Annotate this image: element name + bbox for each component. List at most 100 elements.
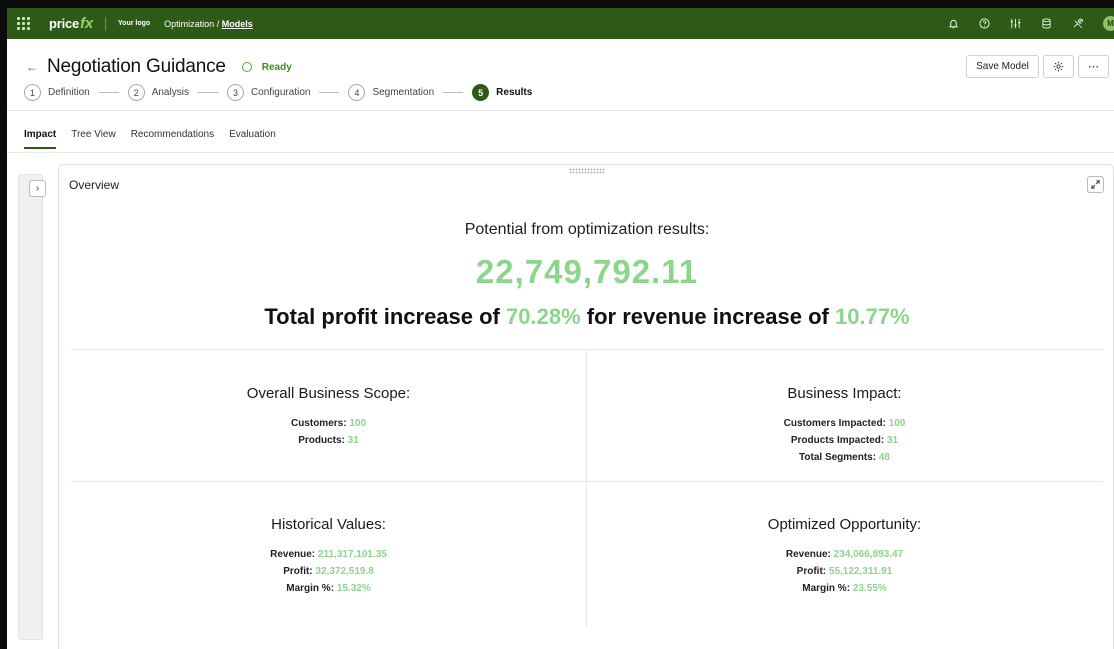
metric-value: 23.55% [852, 583, 887, 594]
metric-row: Profit: 32,372,519.8 [71, 563, 586, 580]
header-actions: Save Model ⋯ [966, 55, 1109, 78]
bell-icon[interactable] [948, 18, 959, 29]
metric-value: 31 [887, 435, 899, 446]
tab-divider [7, 152, 1114, 153]
metric-row: Products: 31 [71, 432, 586, 449]
metric-row: Customers: 100 [71, 415, 586, 432]
breadcrumb-link-models[interactable]: Models [222, 19, 253, 29]
overview-panel: Overview Potential from optimization res… [58, 164, 1114, 649]
step-number: 1 [24, 84, 41, 101]
step-connector [98, 92, 119, 93]
metric-value: 234,066,893.47 [833, 549, 904, 560]
step-number: 2 [127, 84, 145, 101]
metric-value: 15.32% [336, 583, 371, 594]
step-analysis[interactable]: 2 Analysis [127, 84, 189, 101]
breadcrumb-section: Optimization / [164, 18, 220, 29]
settings-button[interactable] [1043, 55, 1074, 78]
breadcrumb: Optimization / Models [164, 19, 253, 29]
metric-value: 100 [349, 418, 367, 429]
section-title: Historical Values: [271, 516, 386, 533]
tab-recommendations[interactable]: Recommendations [131, 129, 214, 149]
database-icon[interactable] [1041, 18, 1052, 29]
business-scope-section: Overall Business Scope: Customers: 100 P… [71, 385, 586, 449]
top-bar: price fx Your logo Optimization / Models … [7, 8, 1114, 39]
metric-row: Revenue: 211,317,101.35 [71, 546, 586, 563]
brand-fx-text: fx [80, 15, 94, 32]
expand-icon[interactable] [1087, 176, 1104, 193]
step-definition[interactable]: 1 Definition [24, 84, 90, 101]
step-number: 3 [226, 84, 244, 101]
tools-icon[interactable] [1072, 18, 1083, 29]
help-icon[interactable] [979, 18, 990, 29]
metric-label: Products Impacted: [790, 435, 885, 446]
section-title: Overall Business Scope: [246, 385, 411, 402]
status-badge: Ready [241, 61, 292, 73]
sliders-icon[interactable] [1010, 18, 1021, 29]
customer-logo: Your logo [118, 20, 151, 27]
metric-row: Customers Impacted: 100 [587, 415, 1102, 432]
step-number: 4 [348, 84, 366, 101]
metric-label: Total Segments: [799, 452, 877, 463]
panel-title: Overview [69, 178, 120, 192]
step-connector [197, 92, 218, 93]
metric-label: Profit: [796, 566, 827, 577]
potential-value: 22,749,792.11 [475, 253, 699, 290]
metric-value: 55,122,311.91 [828, 566, 893, 577]
revenue-prefix: for revenue increase of [586, 304, 829, 329]
back-arrow-icon[interactable]: ← [26, 60, 38, 74]
historical-values-section: Historical Values: Revenue: 211,317,101.… [71, 516, 586, 597]
profit-summary: Total profit increase of 70.28% for reve… [59, 304, 1114, 330]
step-label: Definition [48, 87, 90, 98]
tab-tree-view[interactable]: Tree View [71, 129, 115, 149]
metric-label: Revenue: [785, 549, 831, 560]
metric-value: 31 [347, 435, 359, 446]
more-options-button[interactable]: ⋯ [1078, 55, 1109, 78]
side-rail [18, 174, 43, 640]
step-segmentation[interactable]: 4 Segmentation [348, 84, 434, 101]
step-label: Analysis [151, 87, 189, 98]
step-label: Configuration [250, 87, 311, 98]
tab-evaluation[interactable]: Evaluation [229, 129, 276, 149]
section-title: Business Impact: [787, 385, 902, 402]
tab-impact[interactable]: Impact [24, 129, 57, 149]
step-results[interactable]: 5 Results [472, 84, 532, 101]
metric-row: Products Impacted: 31 [587, 432, 1102, 449]
brand-logo[interactable]: price fx [49, 15, 93, 32]
status-text: Ready [261, 61, 292, 73]
metric-label: Customers Impacted: [783, 418, 886, 429]
drag-handle-icon[interactable] [569, 168, 605, 174]
title-row: ← Negotiation Guidance Ready [26, 56, 292, 78]
save-model-button[interactable]: Save Model [966, 55, 1039, 78]
status-circle-icon [241, 62, 252, 72]
step-connector [443, 92, 464, 93]
metric-label: Margin %: [802, 583, 851, 594]
brand-text: price [49, 16, 80, 31]
step-label: Results [496, 87, 533, 98]
optimized-opportunity-section: Optimized Opportunity: Revenue: 234,066,… [587, 516, 1102, 597]
metric-row: Margin %: 23.55% [587, 580, 1102, 597]
profit-percent: 70.28% [506, 304, 581, 329]
metric-label: Customers: [290, 418, 347, 429]
metric-row: Profit: 55,122,311.91 [587, 563, 1102, 580]
apps-grid-icon[interactable] [17, 16, 31, 31]
divider [105, 16, 107, 31]
metric-row: Total Segments: 48 [587, 449, 1102, 466]
user-avatar[interactable]: M [1103, 16, 1114, 31]
step-number: 5 [472, 84, 490, 101]
metric-label: Products: [298, 435, 345, 446]
chevron-right-icon[interactable]: › [29, 180, 46, 197]
metric-value: 32,372,519.8 [315, 566, 374, 577]
profit-prefix: Total profit increase of [264, 304, 500, 329]
divider [71, 481, 1103, 482]
page-header: ← Negotiation Guidance Ready 1 Definition… [7, 39, 1114, 111]
app-window: price fx Your logo Optimization / Models … [7, 8, 1114, 649]
step-connector [319, 92, 340, 93]
revenue-percent: 10.77% [835, 304, 910, 329]
stepper: 1 Definition 2 Analysis 3 Configuration 4 Se… [24, 84, 532, 101]
metric-label: Revenue: [270, 549, 316, 560]
step-configuration[interactable]: 3 Configuration [226, 84, 311, 101]
gear-icon [1053, 61, 1064, 72]
potential-title: Potential from optimization results: [464, 221, 710, 238]
top-actions: M [948, 16, 1114, 31]
metric-row: Margin %: 15.32% [71, 580, 586, 597]
